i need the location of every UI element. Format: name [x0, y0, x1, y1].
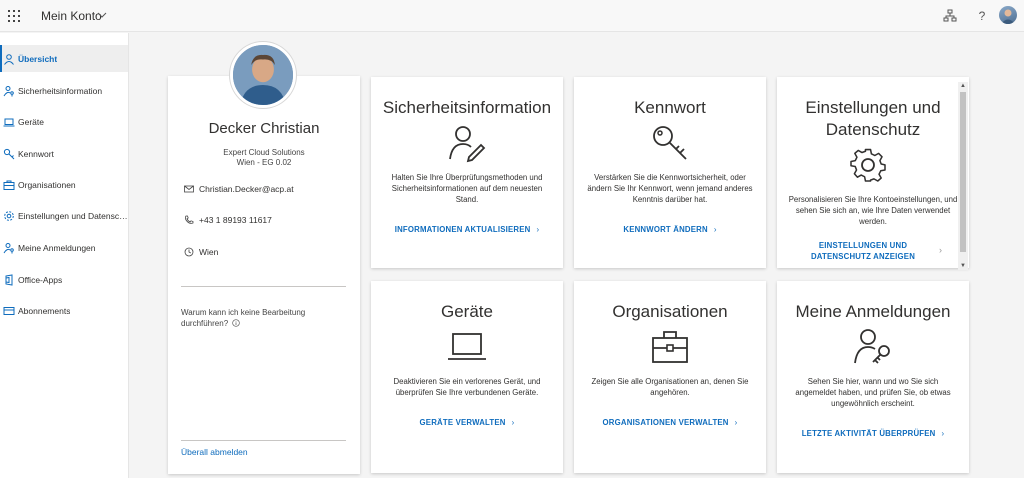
tile-title: Meine Anmeldungen [795, 302, 951, 321]
tile-title: Kennwort [634, 98, 706, 117]
divider [181, 286, 346, 287]
sidebar-item-label: Einstellungen und Datenschutz [18, 210, 128, 221]
app-title[interactable]: Mein Konto [41, 9, 102, 23]
email-value[interactable]: Christian.Decker@acp.at [199, 184, 294, 194]
phone-icon [185, 215, 194, 224]
sidebar-item-password[interactable]: Kennwort [0, 140, 128, 167]
sidebar-item-subscriptions[interactable]: Abonnements [0, 297, 128, 324]
sidebar-item-label: Sicherheitsinformation [18, 85, 103, 96]
edit-question: Warum kann ich keine Bearbeitung durchfü… [181, 307, 331, 329]
tile-title: Sicherheitsinformation [382, 98, 552, 117]
tile-link-label: GERÄTE VERWALTEN [419, 418, 506, 427]
tile-action-link[interactable]: ORGANISATIONEN VERWALTEN › [574, 417, 766, 428]
sidebar-item-label: Abonnements [18, 305, 71, 316]
user-avatar[interactable] [999, 6, 1017, 24]
briefcase-icon [652, 331, 688, 363]
tile-security-info[interactable]: Sicherheitsinformation Halten Sie Ihre Ü… [371, 77, 563, 268]
sidebar-item-overview[interactable]: Übersicht [0, 45, 128, 72]
person-icon [4, 53, 14, 65]
person-key-icon [3, 85, 14, 96]
tile-description: Zeigen Sie alle Organisationen an, denen… [591, 377, 749, 397]
tile-organizations[interactable]: Organisationen Zeigen Sie alle Organisat… [574, 281, 766, 473]
gear-icon [850, 148, 886, 182]
sidebar-item-label: Kennwort [18, 148, 54, 159]
laptop-icon [448, 333, 486, 360]
tile-action-link[interactable]: LETZTE AKTIVITÄT ÜBERPRÜFEN › [777, 428, 969, 439]
tile-link-label: EINSTELLUNGEN UND DATENSCHUTZ ANZEIGEN [810, 241, 916, 261]
sidebar-item-my-sign-ins[interactable]: Meine Anmeldungen [0, 234, 128, 261]
profile-phone: +43 1 89193 11617 [184, 215, 272, 225]
tile-description: Halten Sie Ihre Überprüfungsmethoden und… [391, 173, 543, 204]
chevron-right-icon: › [941, 429, 945, 438]
key-icon [653, 126, 687, 160]
tile-title: Geräte [441, 302, 493, 321]
divider [181, 440, 346, 441]
location-value: Wien [199, 247, 219, 257]
person-key-icon [854, 329, 890, 364]
scroll-down-arrow[interactable]: ▼ [959, 262, 967, 270]
key-icon [3, 148, 15, 159]
tile-link-label: ORGANISATIONEN VERWALTEN [602, 418, 729, 427]
sidebar-item-label: Übersicht [18, 53, 58, 64]
tile-password[interactable]: Kennwort Verstärken Sie die Kennwortsich… [574, 77, 766, 268]
tile-settings-privacy[interactable]: Einstellungen und Datenschutz Personalis… [777, 77, 969, 268]
profile-email: Christian.Decker@acp.at [184, 184, 294, 194]
profile-office: Wien - EG 0.02 [236, 158, 292, 167]
chevron-right-icon: › [536, 225, 540, 234]
laptop-icon [3, 118, 15, 126]
top-bar: Mein Konto ? [0, 0, 1024, 32]
location-icon [184, 247, 194, 257]
chevron-right-icon: › [713, 225, 717, 234]
person-pen-icon [449, 126, 486, 163]
gear-icon [4, 210, 14, 221]
sidebar-item-settings-privacy[interactable]: Einstellungen und Datenschutz [0, 202, 128, 229]
sidebar-item-office-apps[interactable]: Office-Apps [0, 266, 128, 293]
tile-description: Verstärken Sie die Kennwortsicherheit, o… [587, 173, 753, 204]
tile-description: Personalisieren Sie Ihre Kontoeinstellun… [788, 195, 958, 226]
scrollbar[interactable]: ▲ ▼ [958, 82, 968, 270]
sidebar-item-label: Geräte [18, 116, 44, 127]
sidebar-item-organizations[interactable]: Organisationen [0, 171, 128, 198]
sidebar-item-label: Organisationen [18, 179, 76, 190]
tile-action-link[interactable]: INFORMATIONEN AKTUALISIEREN › [371, 224, 563, 235]
sidebar-item-security-info[interactable]: Sicherheitsinformation [0, 77, 128, 104]
sidebar-item-devices[interactable]: Geräte [0, 108, 128, 135]
profile-name: Decker Christian [208, 120, 320, 137]
tile-action-link[interactable]: KENNWORT ÄNDERN › [574, 224, 766, 235]
tile-my-sign-ins[interactable]: Meine Anmeldungen Sehen Sie hier, wann u… [777, 281, 969, 473]
tile-link-label: INFORMATIONEN AKTUALISIEREN [394, 225, 531, 234]
tile-link-label: LETZTE AKTIVITÄT ÜBERPRÜFEN [801, 429, 936, 438]
chevron-right-icon: › [511, 418, 515, 427]
tile-title: Organisationen [612, 302, 728, 321]
tile-title: Einstellungen und Datenschutz [805, 98, 941, 139]
tile-link-label: KENNWORT ÄNDERN [623, 225, 708, 234]
org-chart-icon[interactable] [942, 8, 958, 24]
person-key-icon [3, 242, 14, 253]
office-icon [5, 273, 13, 286]
briefcase-icon [3, 180, 15, 190]
phone-value: +43 1 89193 11617 [199, 215, 272, 225]
chevron-right-icon: › [734, 418, 738, 427]
profile-location: Wien [184, 247, 218, 257]
card-icon [3, 306, 15, 315]
sidebar-item-label: Meine Anmeldungen [18, 242, 96, 253]
tile-description: Sehen Sie hier, wann und wo Sie sich ang… [795, 377, 951, 408]
profile-photo[interactable] [230, 42, 296, 108]
scroll-up-arrow[interactable]: ▲ [959, 82, 967, 90]
tile-devices[interactable]: Geräte Deaktivieren Sie ein verlorenes G… [371, 281, 563, 473]
edit-question-text: Warum kann ich keine Bearbeitung durchfü… [181, 308, 306, 328]
tile-action-link[interactable]: GERÄTE VERWALTEN › [371, 417, 563, 428]
profile-company: Expert Cloud Solutions [223, 148, 305, 157]
chevron-right-icon: › [939, 245, 942, 255]
help-icon[interactable]: ? [974, 8, 990, 24]
scroll-thumb[interactable] [960, 92, 966, 252]
chevron-down-icon[interactable] [96, 9, 108, 21]
info-icon[interactable] [232, 319, 241, 327]
sign-out-everywhere-link[interactable]: Überall abmelden [181, 447, 248, 457]
app-launcher-icon[interactable] [8, 10, 20, 22]
mail-icon [184, 185, 194, 193]
tile-description: Deaktivieren Sie ein verlorenes Gerät, u… [393, 377, 541, 397]
sidebar-item-label: Office-Apps [18, 274, 63, 285]
